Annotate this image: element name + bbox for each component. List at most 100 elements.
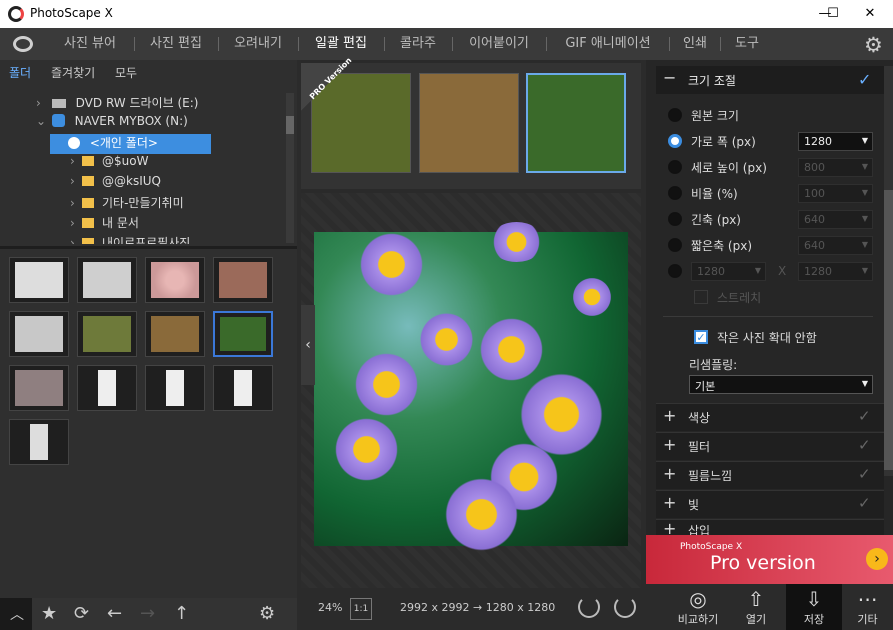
- tree-item-naver-mybox[interactable]: ⌄ NAVER MYBOX (N:): [36, 114, 188, 134]
- plus-icon[interactable]: +: [663, 406, 676, 425]
- more-button[interactable]: ⋯ 기타: [842, 584, 893, 630]
- rotate-right-icon[interactable]: [614, 596, 636, 618]
- ratio-select[interactable]: 100 ▼: [798, 184, 873, 203]
- thumbnail[interactable]: [9, 419, 69, 465]
- tab-all[interactable]: 모두: [115, 64, 137, 81]
- chevron-right-icon[interactable]: ›: [36, 96, 48, 110]
- close-button[interactable]: ✕: [847, 0, 893, 28]
- radio-original-size[interactable]: [668, 108, 682, 122]
- settings-gear-icon[interactable]: ⚙: [259, 603, 275, 624]
- menu-combine[interactable]: 이어붙이기: [457, 28, 541, 60]
- home-icon[interactable]: [13, 36, 33, 52]
- tree-item-folder[interactable]: › @@ksIUQ: [70, 174, 161, 194]
- thumbnail[interactable]: [77, 311, 137, 357]
- menu-photo-editor[interactable]: 사진 편집: [138, 28, 214, 60]
- custom-width-select[interactable]: 1280 ▼: [691, 262, 766, 281]
- tree-item-folder[interactable]: › 기타-만들기취미: [70, 194, 184, 214]
- filmstrip-thumbnail[interactable]: [419, 73, 519, 173]
- custom-height-value: 1280: [804, 265, 832, 278]
- chevron-down-icon[interactable]: ⌄: [36, 114, 48, 128]
- divider: [663, 316, 873, 317]
- height-select[interactable]: 800 ▼: [798, 158, 873, 177]
- radio-ratio[interactable]: [668, 186, 682, 200]
- short-side-select[interactable]: 640 ▼: [798, 236, 873, 255]
- thumbnail[interactable]: [77, 365, 137, 411]
- settings-gear-icon[interactable]: ⚙: [864, 33, 883, 57]
- back-arrow-icon[interactable]: ←: [107, 603, 122, 624]
- preview-image[interactable]: [314, 222, 628, 552]
- tree-item-folder[interactable]: › @$uoW: [70, 154, 148, 174]
- no-upscale-checkbox[interactable]: ✓: [694, 330, 708, 344]
- arrow-right-icon[interactable]: ›: [866, 548, 888, 570]
- check-icon[interactable]: ✓: [858, 465, 871, 483]
- thumbnail[interactable]: [9, 257, 69, 303]
- chevron-right-icon[interactable]: ›: [70, 196, 82, 210]
- tab-favorites[interactable]: 즐겨찾기: [51, 64, 95, 81]
- chevron-up-icon[interactable]: ︿: [10, 604, 24, 624]
- check-icon[interactable]: ✓: [858, 407, 871, 425]
- long-side-select[interactable]: 640 ▼: [798, 210, 873, 229]
- thumbnail[interactable]: [145, 365, 205, 411]
- stretch-checkbox[interactable]: [694, 290, 708, 304]
- drive-icon: [51, 99, 66, 108]
- filmstrip-thumbnail-selected[interactable]: [526, 73, 626, 173]
- thumbnail[interactable]: [213, 365, 273, 411]
- radio-custom[interactable]: [668, 264, 682, 278]
- radio-label: 비율 (%): [691, 187, 738, 201]
- up-arrow-icon[interactable]: ↑: [174, 603, 189, 624]
- thumbnail[interactable]: [9, 365, 69, 411]
- thumbnail-selected[interactable]: [213, 311, 273, 357]
- refresh-icon[interactable]: ⟳: [74, 603, 89, 624]
- width-select[interactable]: 1280 ▼: [798, 132, 873, 151]
- actual-size-button[interactable]: 1:1: [350, 598, 372, 620]
- minus-icon[interactable]: −: [663, 68, 676, 87]
- dropdown-arrow-icon: ▼: [754, 266, 761, 275]
- menu-batch-editor[interactable]: 일괄 편집: [304, 28, 378, 60]
- menu-gif-animation[interactable]: GIF 애니메이션: [552, 28, 664, 60]
- plus-icon[interactable]: +: [663, 519, 676, 535]
- tree-item-dvd[interactable]: › DVD RW 드라이브 (E:): [36, 94, 198, 114]
- chevron-right-icon[interactable]: ›: [70, 154, 82, 168]
- short-side-value: 640: [804, 239, 825, 252]
- tree-item-personal-folder[interactable]: <개인 폴더>: [50, 134, 211, 154]
- tab-folders[interactable]: 폴더: [9, 64, 31, 81]
- panel-divider[interactable]: [0, 246, 297, 249]
- thumbnail[interactable]: [145, 257, 205, 303]
- chevron-right-icon[interactable]: ›: [70, 216, 82, 230]
- open-button[interactable]: ⇧ 열기: [726, 584, 786, 630]
- save-button[interactable]: ⇩ 저장: [786, 584, 842, 630]
- menu-photo-viewer[interactable]: 사진 뷰어: [52, 28, 128, 60]
- menu-print[interactable]: 인쇄: [674, 28, 716, 60]
- menu-tools[interactable]: 도구: [726, 28, 768, 60]
- radio-long-side[interactable]: [668, 212, 682, 226]
- check-icon[interactable]: ✓: [858, 436, 871, 454]
- plus-icon[interactable]: +: [663, 493, 676, 512]
- menu-cut-out[interactable]: 오려내기: [222, 28, 294, 60]
- tree-item-folder[interactable]: › 내 문서: [70, 214, 139, 234]
- chevron-right-icon[interactable]: ›: [70, 236, 82, 244]
- plus-icon[interactable]: +: [663, 464, 676, 483]
- thumbnail[interactable]: [9, 311, 69, 357]
- plus-icon[interactable]: +: [663, 435, 676, 454]
- radio-height[interactable]: [668, 160, 682, 174]
- check-icon[interactable]: ✓: [858, 494, 871, 512]
- radio-short-side[interactable]: [668, 238, 682, 252]
- compare-button[interactable]: ◎ 비교하기: [668, 584, 728, 630]
- tree-item-folder[interactable]: › 내이로프로필사진: [70, 234, 190, 244]
- custom-height-select[interactable]: 1280 ▼: [798, 262, 873, 281]
- forward-arrow-icon[interactable]: →: [140, 603, 155, 624]
- right-scrollbar-thumb[interactable]: [884, 190, 893, 470]
- tree-scrollbar-thumb[interactable]: [286, 116, 294, 134]
- check-icon[interactable]: ✓: [858, 70, 871, 89]
- star-icon[interactable]: ★: [41, 603, 57, 624]
- collapse-left-button[interactable]: ‹: [301, 305, 315, 385]
- chevron-right-icon[interactable]: ›: [70, 174, 82, 188]
- thumbnail[interactable]: [145, 311, 205, 357]
- rotate-left-icon[interactable]: [578, 596, 600, 618]
- button-label: 열기: [745, 613, 767, 626]
- radio-width[interactable]: [668, 134, 682, 148]
- resampling-select[interactable]: 기본 ▼: [689, 375, 873, 394]
- menu-collage[interactable]: 콜라주: [390, 28, 446, 60]
- thumbnail[interactable]: [213, 257, 273, 303]
- thumbnail[interactable]: [77, 257, 137, 303]
